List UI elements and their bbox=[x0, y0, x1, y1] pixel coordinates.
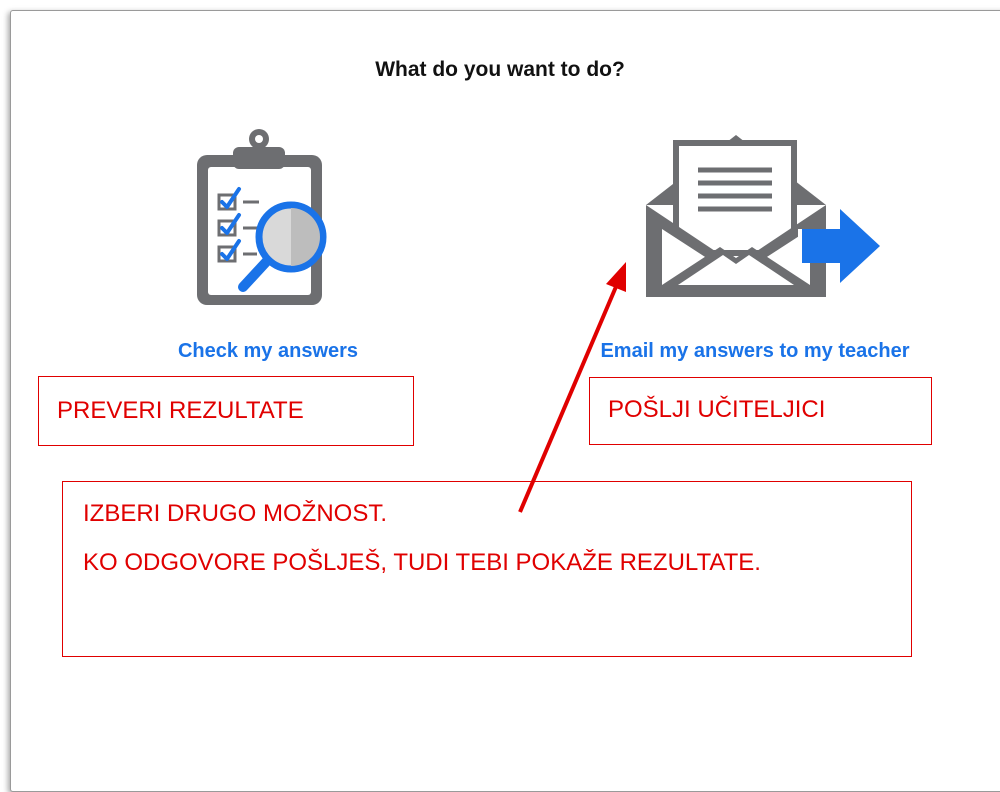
annotation-poslji: POŠLJI UČITELJICI bbox=[589, 377, 932, 445]
annotation-izberi-line1: IZBERI DRUGO MOŽNOST. bbox=[83, 500, 388, 527]
clipboard-magnifier-icon bbox=[197, 129, 327, 305]
envelope-arrow-icon bbox=[646, 135, 880, 297]
annotation-izberi-line2: KO ODGOVORE POŠLJEŠ, TUDI TEBI POKAŽE RE… bbox=[83, 549, 761, 576]
annotation-izberi: IZBERI DRUGO MOŽNOST. KO ODGOVORE POŠLJE… bbox=[62, 481, 912, 657]
check-answers-label[interactable]: Check my answers bbox=[138, 340, 398, 363]
annotation-preveri: PREVERI REZULTATE bbox=[38, 376, 414, 446]
dialog-title: What do you want to do? bbox=[375, 58, 625, 81]
email-teacher-label[interactable]: Email my answers to my teacher bbox=[540, 340, 970, 363]
